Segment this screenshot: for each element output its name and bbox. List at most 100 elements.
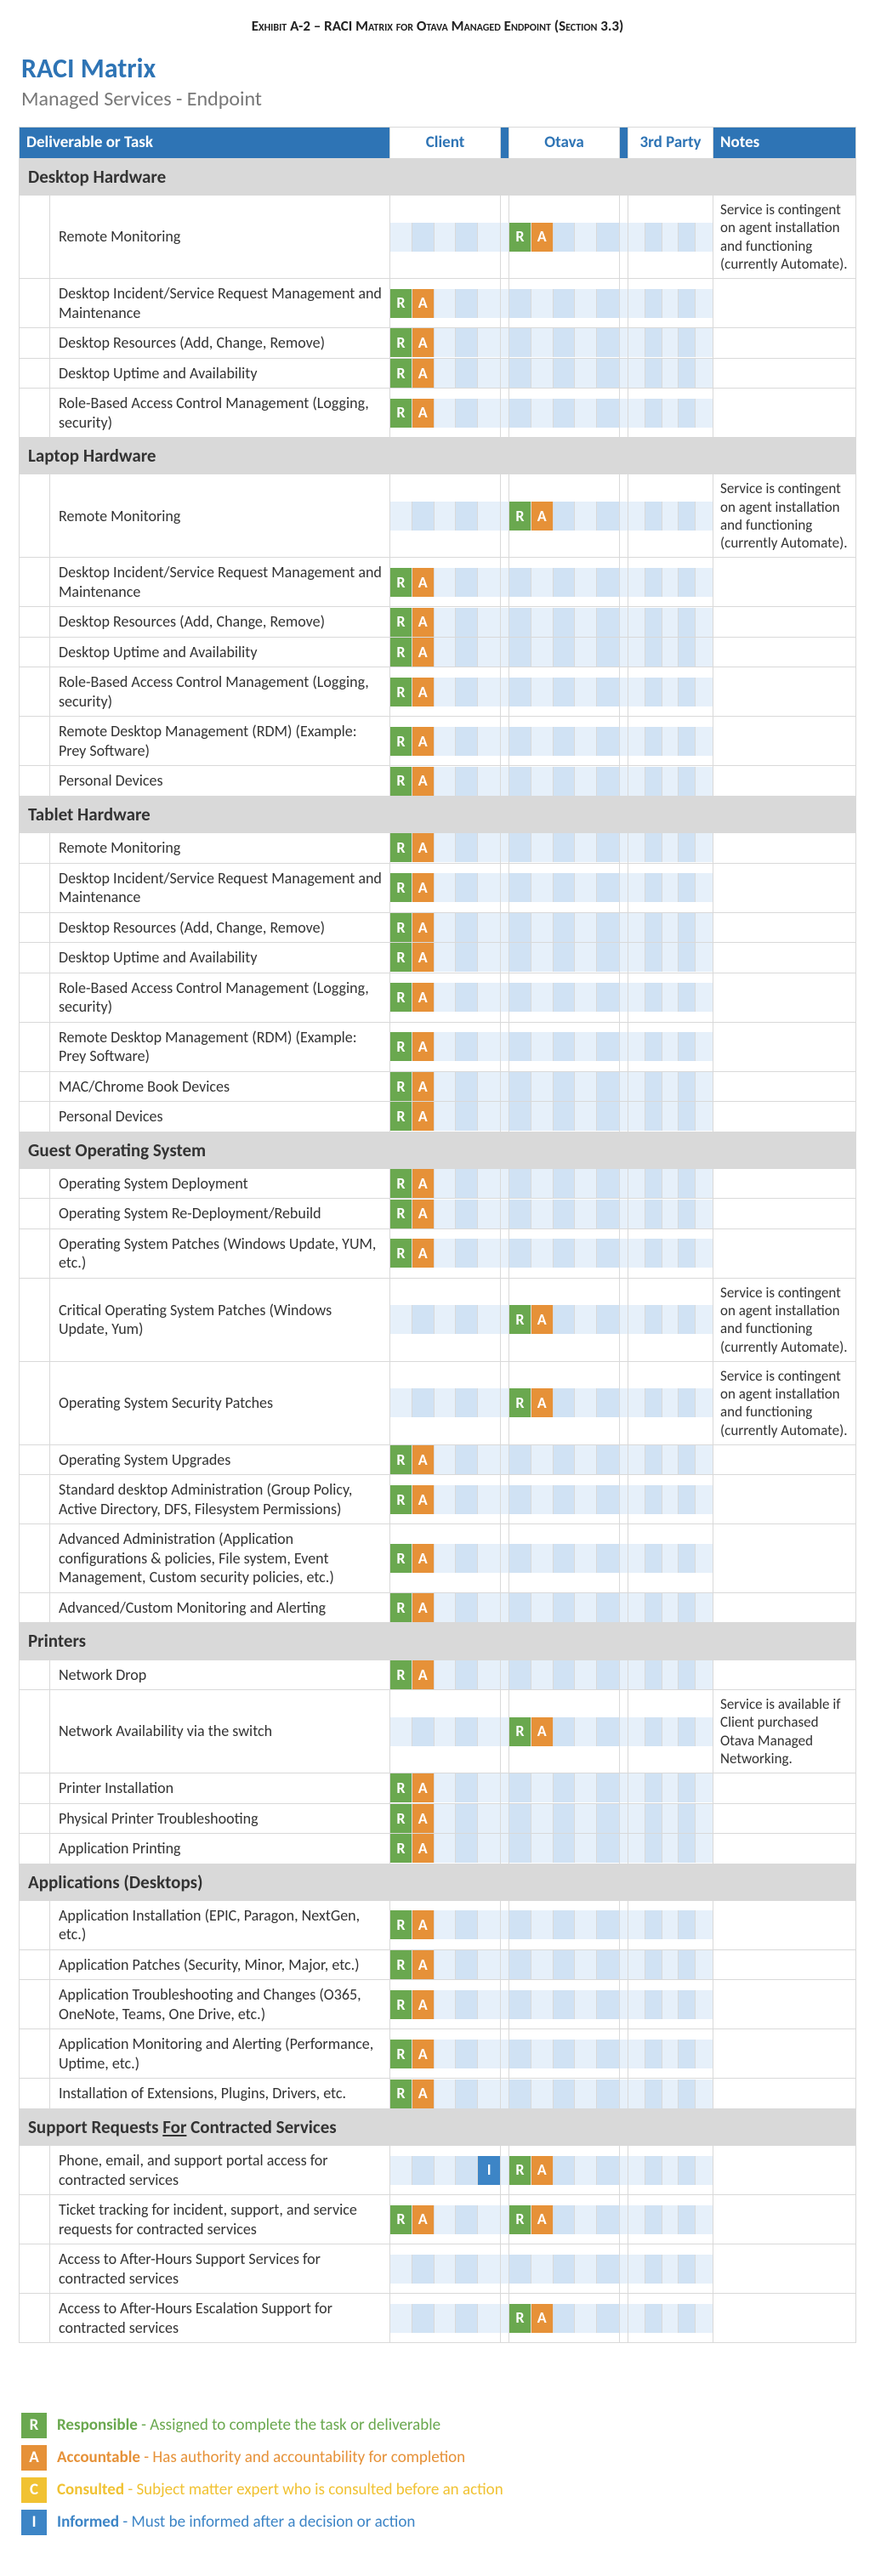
- client-cells: RA: [390, 1475, 501, 1524]
- client-cells: RA: [390, 328, 501, 359]
- exhibit-label: Exhibit A-2 – RACI Matrix for Otava Mana…: [0, 0, 875, 43]
- row-note: [713, 912, 856, 943]
- raci-cell: [478, 1239, 500, 1268]
- raci-cell: [575, 1660, 597, 1689]
- task-name: Desktop Incident/Service Request Managem…: [50, 863, 390, 912]
- raci-cell: [696, 638, 713, 667]
- raci-cell: [554, 983, 576, 1012]
- raci-cell: [435, 833, 457, 862]
- row-note: [713, 833, 856, 864]
- raci-cell: [509, 1102, 531, 1131]
- raci-cell: [531, 678, 554, 706]
- row-note: [713, 1022, 856, 1071]
- table-row: Network Drop RA: [20, 1660, 856, 1690]
- raci-cell: [456, 328, 478, 357]
- otava-cells: [509, 637, 620, 667]
- col-client: Client: [390, 128, 501, 159]
- raci-cell: R: [390, 2040, 412, 2068]
- otava-cells: RA: [509, 2146, 620, 2195]
- otava-cells: [509, 1803, 620, 1834]
- raci-cell: [478, 1200, 500, 1228]
- raci-cell: [628, 568, 645, 597]
- raci-cell: [645, 638, 662, 667]
- raci-cell: [575, 638, 597, 667]
- raci-cell: [390, 502, 412, 531]
- task-name: Ticket tracking for incident, support, a…: [50, 2195, 390, 2244]
- raci-cell: [645, 2205, 662, 2234]
- raci-cell: [696, 678, 713, 706]
- otava-cells: [509, 1022, 620, 1071]
- raci-cell: [575, 1834, 597, 1863]
- otava-cells: RA: [509, 196, 620, 279]
- raci-cell: [531, 1445, 554, 1474]
- client-cells: RA: [390, 1022, 501, 1071]
- client-cells: RA: [390, 637, 501, 667]
- raci-cell: R: [390, 1485, 412, 1514]
- raci-cell: [662, 983, 679, 1012]
- raci-cell: [575, 1169, 597, 1198]
- raci-cell: [696, 1239, 713, 1268]
- raci-cell: [456, 502, 478, 531]
- table-row: Access to After-Hours Support Services f…: [20, 2244, 856, 2294]
- raci-cell: [456, 2080, 478, 2108]
- raci-cell: [478, 2255, 500, 2284]
- client-cells: RA: [390, 1949, 501, 1980]
- table-row: Personal Devices RA: [20, 1102, 856, 1132]
- raci-cell: [478, 833, 500, 862]
- thirdparty-cells: [628, 1022, 713, 1071]
- otava-cells: [509, 1228, 620, 1278]
- raci-cell: R: [390, 1239, 412, 1268]
- raci-cell: R: [390, 568, 412, 597]
- raci-cell: A: [412, 1032, 435, 1061]
- raci-cell: [645, 2255, 662, 2284]
- raci-cell: [679, 1305, 696, 1334]
- raci-cell: [531, 1239, 554, 1268]
- raci-cell: [575, 223, 597, 252]
- raci-cell: [435, 223, 457, 252]
- raci-cell: [575, 1773, 597, 1802]
- raci-cell: [662, 2255, 679, 2284]
- raci-cell: [435, 328, 457, 357]
- raci-cell: [662, 873, 679, 902]
- raci-cell: [531, 568, 554, 597]
- raci-cell: [531, 1773, 554, 1802]
- raci-cell: A: [412, 1072, 435, 1101]
- task-name: Desktop Resources (Add, Change, Remove): [50, 328, 390, 359]
- raci-cell: R: [390, 399, 412, 428]
- raci-cell: [628, 983, 645, 1012]
- raci-cell: [554, 638, 576, 667]
- raci-cell: A: [412, 568, 435, 597]
- raci-cell: [696, 1804, 713, 1833]
- raci-cell: [628, 1773, 645, 1802]
- raci-cell: [679, 2040, 696, 2068]
- row-note: [713, 863, 856, 912]
- client-cells: RA: [390, 863, 501, 912]
- raci-cell: [662, 1072, 679, 1101]
- raci-cell: [509, 2080, 531, 2108]
- raci-cell: [435, 2205, 457, 2234]
- client-cells: [390, 1278, 501, 1361]
- client-cells: RA: [390, 973, 501, 1022]
- raci-cell: [554, 767, 576, 796]
- task-name: Desktop Resources (Add, Change, Remove): [50, 912, 390, 943]
- raci-cell: [628, 1593, 645, 1622]
- raci-cell: [696, 1910, 713, 1939]
- raci-cell: [435, 1834, 457, 1863]
- client-cells: RA: [390, 1071, 501, 1102]
- row-note: [713, 943, 856, 973]
- table-row: Application Installation (EPIC, Paragon,…: [20, 1900, 856, 1949]
- raci-cell: R: [390, 608, 412, 637]
- col-notes: Notes: [713, 128, 856, 159]
- raci-cell: [662, 727, 679, 756]
- raci-cell: R: [390, 1990, 412, 2019]
- raci-cell: [554, 678, 576, 706]
- row-note: [713, 1773, 856, 1804]
- otava-cells: RA: [509, 1690, 620, 1773]
- raci-cell: [554, 359, 576, 388]
- section-header: Support Requests For Contracted Services: [20, 2108, 856, 2145]
- raci-cell: [554, 727, 576, 756]
- raci-cell: [645, 608, 662, 637]
- raci-cell: [412, 502, 435, 531]
- raci-cell: A: [412, 678, 435, 706]
- raci-cell: [509, 873, 531, 902]
